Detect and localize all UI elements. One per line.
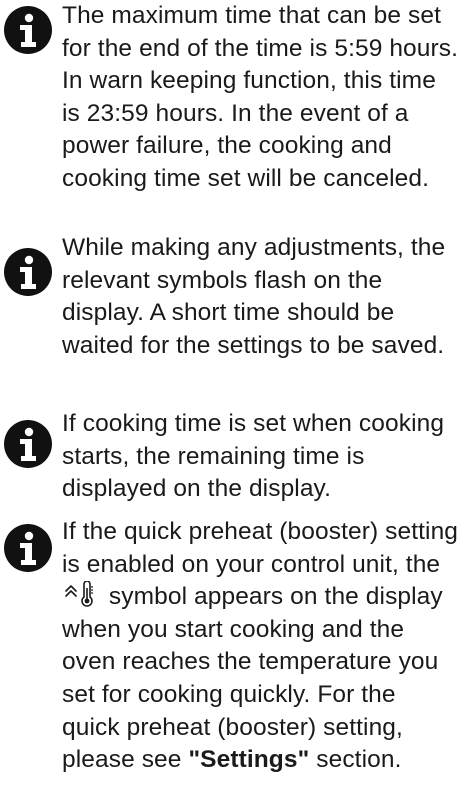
note-text: If cooking time is set when cooking star… [62,410,445,503]
note-text: If the quick preheat (booster) setting i… [62,516,460,777]
info-icon [4,420,52,468]
info-icon [4,248,52,296]
info-icon [4,6,52,54]
note-text: The maximum time that can be set for the… [62,2,459,192]
settings-section-reference: "Settings" [188,746,310,774]
info-icon [4,524,52,572]
note-text-after-symbol: symbol appears on the display when you s… [62,583,443,774]
booster-preheat-icon [62,580,102,607]
note-text-end: section. [316,746,402,774]
note-text: While making any adjustments, the releva… [62,234,446,359]
note-text-before-symbol: If the quick preheat (booster) setting i… [62,518,459,578]
